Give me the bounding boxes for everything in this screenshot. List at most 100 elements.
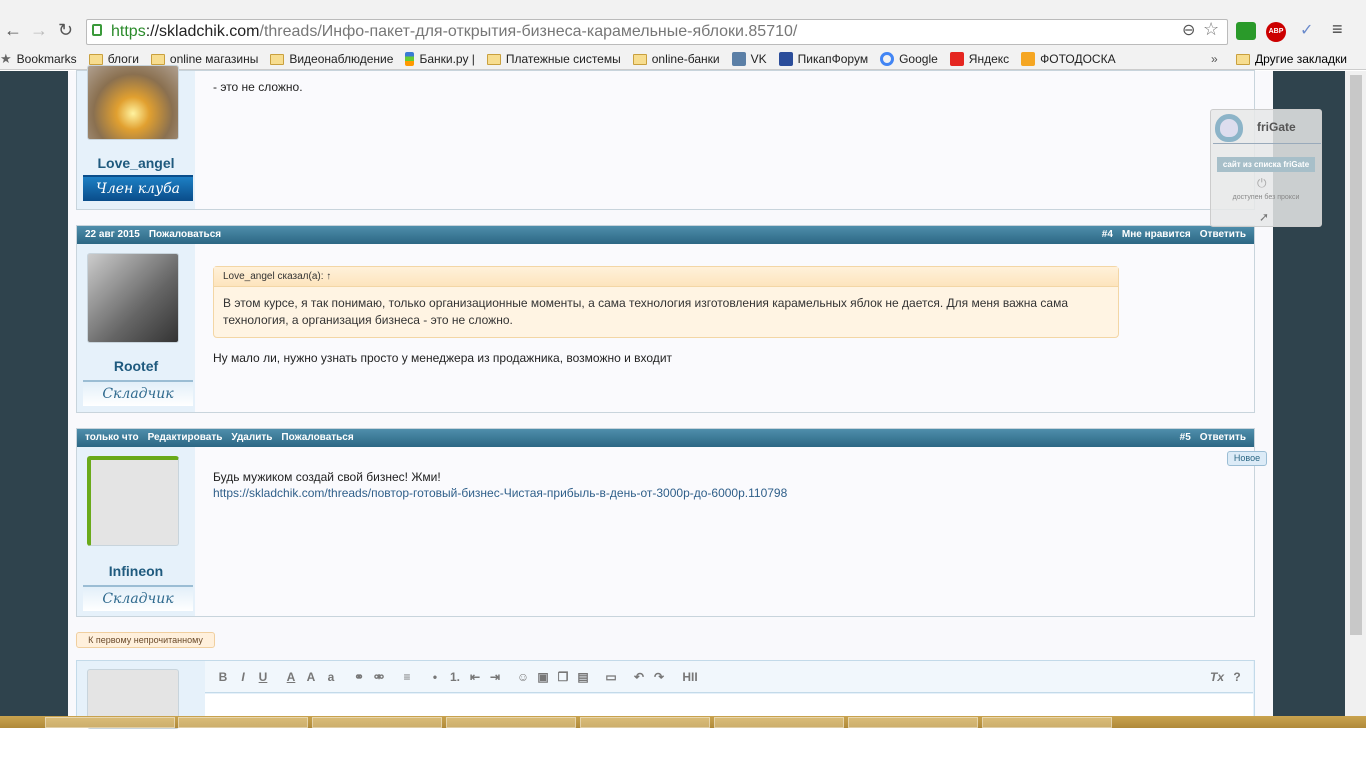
taskbar-item[interactable]	[45, 717, 175, 728]
report-link[interactable]: Пожаловаться	[281, 429, 353, 447]
post-text-line: Будь мужиком создай свой бизнес! Жми!	[213, 470, 441, 484]
post-love-angel: Love_angel Член клуба - это не сложно.	[76, 65, 1255, 210]
edit-link[interactable]: Редактировать	[148, 429, 223, 447]
reply-link[interactable]: Ответить	[1200, 226, 1246, 244]
avatar[interactable]	[87, 253, 179, 343]
unlink-button[interactable]: ⚮	[369, 670, 389, 684]
taskbar-item[interactable]	[982, 717, 1112, 728]
align-button[interactable]: ≡	[397, 670, 417, 684]
checker-icon[interactable]: ✓	[1300, 20, 1313, 40]
post-infineon: только что Редактировать Удалить Пожалов…	[76, 428, 1255, 617]
username[interactable]: Love_angel	[77, 155, 195, 171]
username[interactable]: Rootef	[77, 358, 195, 374]
bold-button[interactable]: B	[213, 670, 233, 684]
link-button[interactable]: ⚭	[349, 670, 369, 684]
hide-button[interactable]: HII	[677, 670, 703, 684]
taskbar-item[interactable]	[714, 717, 844, 728]
extension-icon[interactable]	[1236, 22, 1256, 40]
folder-icon	[150, 53, 165, 65]
frigate-panel[interactable]: friGate сайт из списка friGate ⏻ доступе…	[1210, 109, 1322, 227]
address-bar[interactable]: https://skladchik.com/threads/Инфо-пакет…	[86, 19, 1228, 45]
power-icon[interactable]: ⏻	[1257, 176, 1267, 191]
menu-icon[interactable]: ≡	[1332, 19, 1343, 40]
frigate-logo-icon	[1215, 114, 1243, 142]
reload-button[interactable]: ↻	[58, 20, 73, 41]
outdent-button[interactable]: ⇤	[465, 670, 485, 684]
bookmark-item[interactable]: online магазины	[150, 52, 258, 66]
font-size-button[interactable]: A	[301, 670, 321, 684]
numbered-list-button[interactable]: 1.	[445, 670, 465, 684]
report-link[interactable]: Пожаловаться	[149, 226, 221, 244]
reply-link[interactable]: Ответить	[1200, 429, 1246, 447]
post-date[interactable]: только что	[85, 429, 139, 447]
undo-button[interactable]: ↶	[629, 670, 649, 684]
quote-header[interactable]: Love_angel сказал(а): ↑	[214, 267, 1118, 287]
save-draft-button[interactable]: ▭	[601, 670, 621, 684]
redo-button[interactable]: ↷	[649, 670, 669, 684]
font-family-button[interactable]: a	[321, 670, 341, 684]
star-icon[interactable]: ☆	[1203, 19, 1219, 40]
post-number[interactable]: #4	[1102, 226, 1113, 244]
new-badge: Новое	[1227, 451, 1267, 466]
smilie-button[interactable]: ☺	[513, 670, 533, 684]
insert-button[interactable]: ▤	[573, 670, 593, 684]
toggle-bbcode-button[interactable]: ?	[1227, 670, 1247, 684]
bookmark-item[interactable]: Видеонаблюдение	[270, 52, 393, 66]
frigate-title: friGate	[1257, 120, 1296, 134]
username[interactable]: Infineon	[77, 563, 195, 579]
editor-toolbar: B I U A A a ⚭ ⚮ ≡ • 1. ⇤ ⇥ ☺ ▣ ❐ ▤ ▭ ↶ ↷…	[205, 661, 1253, 693]
folder-icon	[632, 53, 647, 65]
font-color-button[interactable]: A	[281, 670, 301, 684]
bookmarks-bar: ★ Bookmarks блоги online магазины Видеона…	[0, 48, 1366, 70]
media-button[interactable]: ❐	[553, 670, 573, 684]
underline-button[interactable]: U	[253, 670, 273, 684]
post-header: 22 авг 2015 Пожаловаться #4 Мне нравится О…	[77, 226, 1254, 244]
taskbar-item[interactable]	[848, 717, 978, 728]
like-link[interactable]: Мне нравится	[1122, 226, 1191, 244]
scrollbar-thumb[interactable]	[1350, 75, 1362, 635]
taskbar-item[interactable]	[446, 717, 576, 728]
remove-format-button[interactable]: Tx	[1207, 670, 1227, 684]
bookmark-item[interactable]: ФОТОДОСКА	[1021, 52, 1116, 66]
post-date[interactable]: 22 авг 2015	[85, 226, 140, 244]
indent-button[interactable]: ⇥	[485, 670, 505, 684]
bookmark-item[interactable]: ПикапФорум	[778, 52, 868, 66]
image-button[interactable]: ▣	[533, 670, 553, 684]
bookmark-item[interactable]: online-банки	[632, 52, 720, 66]
arrow-icon[interactable]: ➚	[1259, 210, 1269, 224]
italic-button[interactable]: I	[233, 670, 253, 684]
bookmark-item[interactable]: Платежные системы	[486, 52, 621, 66]
post-text: Будь мужиком создай свой бизнес! Жми! ht…	[213, 469, 787, 501]
message-input[interactable]	[205, 694, 1253, 716]
taskbar-item[interactable]	[178, 717, 308, 728]
back-button[interactable]: ←	[4, 20, 22, 41]
other-bookmarks[interactable]: Другие закладки	[1236, 52, 1347, 66]
zoom-icon[interactable]: ⊖	[1182, 20, 1195, 40]
user-column: Love_angel Член клуба	[77, 65, 195, 209]
bookmark-item[interactable]: Яндекс	[949, 52, 1009, 66]
taskbar-item[interactable]	[580, 717, 710, 728]
post-link[interactable]: https://skladchik.com/threads/повтор-гот…	[213, 485, 787, 501]
post-text: - это не сложно.	[213, 80, 303, 94]
bookmark-item[interactable]: блоги	[88, 52, 139, 66]
avatar[interactable]	[87, 65, 179, 140]
first-unread-button[interactable]: К первому непрочитанному	[76, 632, 215, 648]
bookmark-item[interactable]: Google	[880, 52, 938, 66]
vk-icon	[731, 52, 746, 66]
star-icon: ★	[0, 51, 12, 66]
more-bookmarks-button[interactable]: »	[1211, 52, 1218, 66]
delete-link[interactable]: Удалить	[231, 429, 272, 447]
post-number[interactable]: #5	[1180, 429, 1191, 447]
adblock-icon[interactable]: ABP	[1266, 22, 1286, 42]
post-text: Ну мало ли, нужно узнать просто у менедж…	[213, 351, 673, 365]
bullet-list-button[interactable]: •	[425, 670, 445, 684]
bookmark-item[interactable]: VK	[731, 52, 767, 66]
avatar[interactable]	[87, 456, 179, 546]
forward-button[interactable]: →	[30, 20, 48, 41]
bookmark-item[interactable]: Банки.ру |	[405, 52, 475, 66]
quote-text: В этом курсе, я так понимаю, только орга…	[223, 296, 1069, 327]
bookmark-bookmarks[interactable]: ★ Bookmarks	[0, 51, 77, 67]
lock-icon	[92, 24, 102, 36]
user-rank: Складчик	[83, 585, 193, 611]
taskbar-item[interactable]	[312, 717, 442, 728]
